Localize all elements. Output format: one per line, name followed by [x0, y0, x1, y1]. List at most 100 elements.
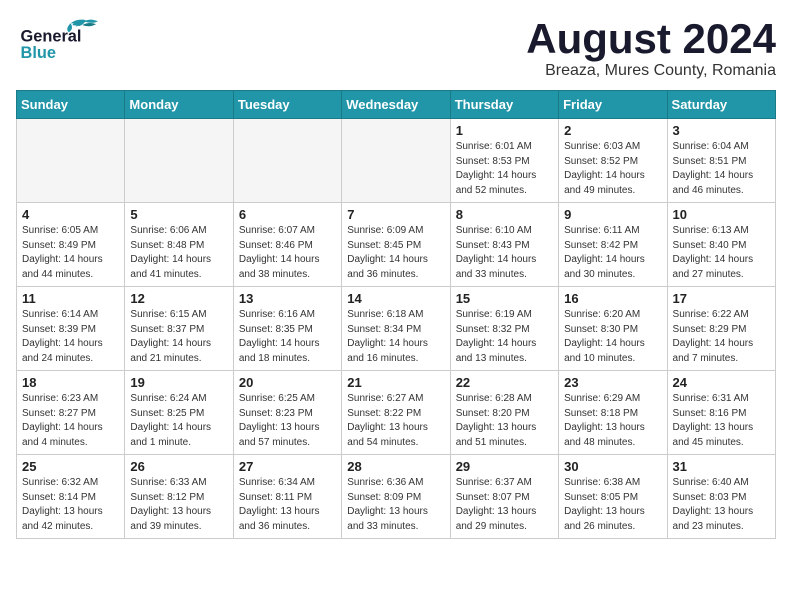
- day-number: 5: [130, 207, 227, 222]
- calendar-cell: 5 Sunrise: 6:06 AMSunset: 8:48 PMDaylight…: [125, 203, 233, 287]
- calendar-cell: 3Sunrise: 6:04 AMSunset: 8:51 PMDaylight…: [667, 119, 775, 203]
- weekday-header-wednesday: Wednesday: [342, 91, 450, 119]
- month-title: August 2024: [526, 16, 776, 62]
- calendar-cell: 18 Sunrise: 6:23 AMSunset: 8:27 PMDayligh…: [17, 371, 125, 455]
- day-info: Sunrise: 6:22 AMSunset: 8:29 PMDaylight:…: [673, 308, 770, 366]
- day-number: 6: [239, 207, 336, 222]
- day-number: 15: [456, 291, 553, 306]
- day-number: 10: [673, 207, 770, 222]
- day-info: Sunrise: 6:28 AMSunset: 8:20 PMDaylight:…: [456, 392, 553, 450]
- logo-svg: General Blue: [16, 16, 116, 66]
- day-info: Sunrise: 6:38 AMSunset: 8:05 PMDaylight:…: [564, 476, 661, 534]
- calendar-cell: 14 Sunrise: 6:18 AMSunset: 8:34 PMDayligh…: [342, 287, 450, 371]
- weekday-header-thursday: Thursday: [450, 91, 558, 119]
- week-row-3: 11Sunrise: 6:14 AMSunset: 8:39 PMDayligh…: [17, 287, 776, 371]
- day-info: Sunrise: 6:37 AMSunset: 8:07 PMDaylight:…: [456, 476, 553, 534]
- day-info: Sunrise: 6:20 AMSunset: 8:30 PMDaylight:…: [564, 308, 661, 366]
- calendar-cell: 29 Sunrise: 6:37 AMSunset: 8:07 PMDayligh…: [450, 455, 558, 539]
- calendar-cell: 26 Sunrise: 6:33 AMSunset: 8:12 PMDayligh…: [125, 455, 233, 539]
- calendar-cell: 9 Sunrise: 6:11 AMSunset: 8:42 PMDaylight…: [559, 203, 667, 287]
- day-info: Sunrise: 6:11 AMSunset: 8:42 PMDaylight:…: [564, 224, 661, 282]
- day-number: 4: [22, 207, 119, 222]
- calendar-cell: 31 Sunrise: 6:40 AMSunset: 8:03 PMDayligh…: [667, 455, 775, 539]
- day-number: 11: [22, 291, 119, 306]
- weekday-header-tuesday: Tuesday: [233, 91, 341, 119]
- day-info: Sunrise: 6:10 AMSunset: 8:43 PMDaylight:…: [456, 224, 553, 282]
- day-info: Sunrise: 6:23 AMSunset: 8:27 PMDaylight:…: [22, 392, 119, 450]
- calendar-table: SundayMondayTuesdayWednesdayThursdayFrid…: [16, 90, 776, 539]
- day-info: Sunrise: 6:24 AMSunset: 8:25 PMDaylight:…: [130, 392, 227, 450]
- weekday-header-row: SundayMondayTuesdayWednesdayThursdayFrid…: [17, 91, 776, 119]
- calendar-cell: 7 Sunrise: 6:09 AMSunset: 8:45 PMDaylight…: [342, 203, 450, 287]
- day-info: Sunrise: 6:04 AMSunset: 8:51 PMDaylight:…: [673, 140, 770, 198]
- day-info: Sunrise: 6:32 AMSunset: 8:14 PMDaylight:…: [22, 476, 119, 534]
- day-number: 22: [456, 375, 553, 390]
- page-header: General Blue August 2024 Breaza, Mures C…: [16, 16, 776, 80]
- svg-text:General: General: [21, 27, 82, 45]
- calendar-cell: 15Sunrise: 6:19 AMSunset: 8:32 PMDayligh…: [450, 287, 558, 371]
- day-info: Sunrise: 6:31 AMSunset: 8:16 PMDaylight:…: [673, 392, 770, 450]
- day-number: 8: [456, 207, 553, 222]
- calendar-cell: [342, 119, 450, 203]
- calendar-cell: 16 Sunrise: 6:20 AMSunset: 8:30 PMDayligh…: [559, 287, 667, 371]
- day-number: 24: [673, 375, 770, 390]
- location: Breaza, Mures County, Romania: [526, 62, 776, 80]
- day-number: 9: [564, 207, 661, 222]
- calendar-cell: 12 Sunrise: 6:15 AMSunset: 8:37 PMDayligh…: [125, 287, 233, 371]
- day-number: 25: [22, 459, 119, 474]
- day-number: 21: [347, 375, 444, 390]
- calendar-cell: 1 Sunrise: 6:01 AMSunset: 8:53 PMDaylight…: [450, 119, 558, 203]
- calendar-cell: 17Sunrise: 6:22 AMSunset: 8:29 PMDayligh…: [667, 287, 775, 371]
- day-info: Sunrise: 6:36 AMSunset: 8:09 PMDaylight:…: [347, 476, 444, 534]
- day-info: Sunrise: 6:33 AMSunset: 8:12 PMDaylight:…: [130, 476, 227, 534]
- day-info: Sunrise: 6:01 AMSunset: 8:53 PMDaylight:…: [456, 140, 553, 198]
- day-number: 2: [564, 123, 661, 138]
- day-number: 1: [456, 123, 553, 138]
- calendar-cell: [125, 119, 233, 203]
- calendar-cell: 6Sunrise: 6:07 AMSunset: 8:46 PMDaylight…: [233, 203, 341, 287]
- title-block: August 2024 Breaza, Mures County, Romani…: [526, 16, 776, 80]
- week-row-4: 18 Sunrise: 6:23 AMSunset: 8:27 PMDayligh…: [17, 371, 776, 455]
- day-info: Sunrise: 6:15 AMSunset: 8:37 PMDaylight:…: [130, 308, 227, 366]
- weekday-header-saturday: Saturday: [667, 91, 775, 119]
- day-number: 19: [130, 375, 227, 390]
- day-info: Sunrise: 6:34 AMSunset: 8:11 PMDaylight:…: [239, 476, 336, 534]
- calendar-cell: [17, 119, 125, 203]
- calendar-cell: 2Sunrise: 6:03 AMSunset: 8:52 PMDaylight…: [559, 119, 667, 203]
- calendar-cell: 8 Sunrise: 6:10 AMSunset: 8:43 PMDaylight…: [450, 203, 558, 287]
- day-number: 7: [347, 207, 444, 222]
- week-row-1: 1 Sunrise: 6:01 AMSunset: 8:53 PMDaylight…: [17, 119, 776, 203]
- day-number: 29: [456, 459, 553, 474]
- day-info: Sunrise: 6:40 AMSunset: 8:03 PMDaylight:…: [673, 476, 770, 534]
- day-info: Sunrise: 6:06 AMSunset: 8:48 PMDaylight:…: [130, 224, 227, 282]
- calendar-cell: 30 Sunrise: 6:38 AMSunset: 8:05 PMDayligh…: [559, 455, 667, 539]
- day-number: 16: [564, 291, 661, 306]
- day-number: 20: [239, 375, 336, 390]
- calendar-cell: 22 Sunrise: 6:28 AMSunset: 8:20 PMDayligh…: [450, 371, 558, 455]
- weekday-header-monday: Monday: [125, 91, 233, 119]
- day-number: 26: [130, 459, 227, 474]
- day-number: 28: [347, 459, 444, 474]
- calendar-cell: 13Sunrise: 6:16 AMSunset: 8:35 PMDayligh…: [233, 287, 341, 371]
- logo: General Blue: [16, 16, 116, 66]
- calendar-cell: 19 Sunrise: 6:24 AMSunset: 8:25 PMDayligh…: [125, 371, 233, 455]
- day-number: 18: [22, 375, 119, 390]
- day-info: Sunrise: 6:05 AMSunset: 8:49 PMDaylight:…: [22, 224, 119, 282]
- day-number: 23: [564, 375, 661, 390]
- day-number: 13: [239, 291, 336, 306]
- day-number: 31: [673, 459, 770, 474]
- calendar-cell: 24 Sunrise: 6:31 AMSunset: 8:16 PMDayligh…: [667, 371, 775, 455]
- week-row-2: 4 Sunrise: 6:05 AMSunset: 8:49 PMDaylight…: [17, 203, 776, 287]
- day-number: 30: [564, 459, 661, 474]
- day-number: 14: [347, 291, 444, 306]
- day-info: Sunrise: 6:09 AMSunset: 8:45 PMDaylight:…: [347, 224, 444, 282]
- day-info: Sunrise: 6:27 AMSunset: 8:22 PMDaylight:…: [347, 392, 444, 450]
- weekday-header-sunday: Sunday: [17, 91, 125, 119]
- day-info: Sunrise: 6:18 AMSunset: 8:34 PMDaylight:…: [347, 308, 444, 366]
- calendar-cell: 23Sunrise: 6:29 AMSunset: 8:18 PMDayligh…: [559, 371, 667, 455]
- calendar-cell: 25 Sunrise: 6:32 AMSunset: 8:14 PMDayligh…: [17, 455, 125, 539]
- day-number: 12: [130, 291, 227, 306]
- calendar-cell: 20Sunrise: 6:25 AMSunset: 8:23 PMDayligh…: [233, 371, 341, 455]
- calendar-cell: 28 Sunrise: 6:36 AMSunset: 8:09 PMDayligh…: [342, 455, 450, 539]
- svg-text:Blue: Blue: [21, 44, 56, 62]
